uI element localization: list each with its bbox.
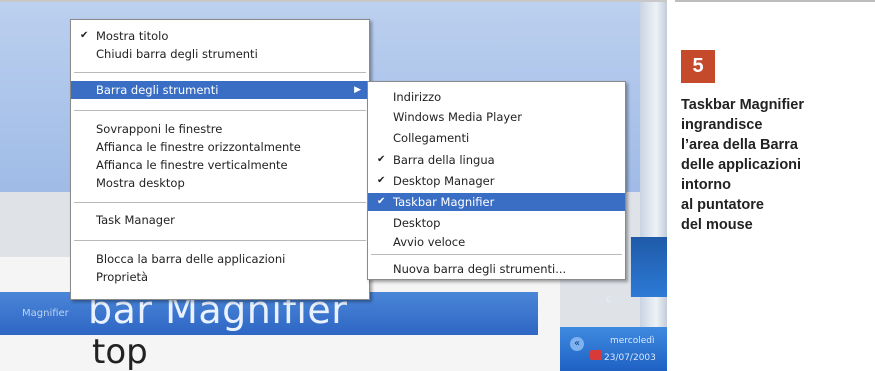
submenu-item-desktop-manager[interactable]: ✔ Desktop Manager [368, 172, 625, 190]
menu-item-task-manager[interactable]: Task Manager [71, 211, 369, 229]
checkmark-icon: ✔ [377, 154, 386, 165]
caption-line: Taskbar Magnifier [681, 97, 805, 113]
menu-item-blocca-barra[interactable]: Blocca la barra delle applicazioni [71, 250, 369, 268]
menu-item-proprieta[interactable]: Proprietà [71, 268, 369, 286]
submenu-item-desktop[interactable]: Desktop [368, 214, 625, 232]
menu-separator [74, 240, 366, 242]
caption-line: ingrandisce [681, 117, 763, 133]
menu-item-affianca-orizz[interactable]: Affianca le finestre orizzontalmente [71, 138, 369, 156]
toolbars-submenu: Indirizzo Windows Media Player Collegame… [367, 81, 626, 280]
menu-item-mostra-titolo[interactable]: ✔ Mostra titolo [71, 27, 369, 45]
submenu-arrow-icon: ▶ [354, 85, 361, 95]
tray-edge-panel [630, 237, 667, 297]
menu-item-barra-strumenti[interactable]: Barra degli strumenti ▶ [71, 81, 369, 99]
magnified-lower-text: top [92, 332, 148, 371]
submenu-item-nuova-barra[interactable]: Nuova barra degli strumenti... [368, 260, 625, 278]
caption-line: al puntatore [681, 197, 764, 213]
submenu-item-collegamenti[interactable]: Collegamenti [368, 129, 625, 147]
tray-edge-text: c [606, 294, 612, 305]
taskbar-context-menu: ✔ Mostra titolo Chiudi barra degli strum… [70, 19, 370, 300]
figure-caption: Taskbar Magnifier ingrandisce l’area del… [681, 95, 871, 235]
submenu-item-indirizzo[interactable]: Indirizzo [368, 88, 625, 106]
menu-separator [74, 72, 366, 74]
checkmark-icon: ✔ [377, 175, 386, 186]
menu-item-chiudi-barra[interactable]: Chiudi barra degli strumenti [71, 45, 369, 63]
caption-line: del mouse [681, 217, 753, 233]
caption-line: intorno [681, 177, 731, 193]
submenu-item-media-player[interactable]: Windows Media Player [368, 108, 625, 126]
menu-separator [371, 254, 622, 256]
submenu-item-taskbar-magnifier[interactable]: ✔ Taskbar Magnifier [368, 193, 625, 211]
window-scrollbar[interactable] [640, 2, 667, 371]
menu-item-mostra-desktop[interactable]: Mostra desktop [71, 174, 369, 192]
caption-line: delle applicazioni [681, 157, 802, 173]
magnified-small-text: Magnifier [22, 308, 69, 319]
figure-number-badge: 5 [681, 50, 715, 83]
tray-day: mercoledì [610, 336, 655, 346]
checkmark-icon: ✔ [80, 30, 89, 41]
caption-line: l’area della Barra [681, 137, 798, 153]
submenu-item-avvio-veloce[interactable]: Avvio veloce [368, 233, 625, 251]
menu-separator [74, 110, 366, 112]
tray-app-icon[interactable] [590, 350, 602, 360]
menu-separator [74, 202, 366, 204]
submenu-item-barra-lingua[interactable]: ✔ Barra della lingua [368, 151, 625, 169]
tray-expand-icon[interactable]: « [570, 337, 584, 351]
checkmark-icon: ✔ [377, 196, 386, 207]
panel-divider [675, 0, 875, 2]
menu-item-affianca-vert[interactable]: Affianca le finestre verticalmente [71, 156, 369, 174]
tray-date: 23/07/2003 [604, 353, 656, 363]
menu-item-sovrapponi[interactable]: Sovrapponi le finestre [71, 120, 369, 138]
screenshot-area: Magnifier bar Magnifier top c « mercoled… [0, 0, 667, 371]
